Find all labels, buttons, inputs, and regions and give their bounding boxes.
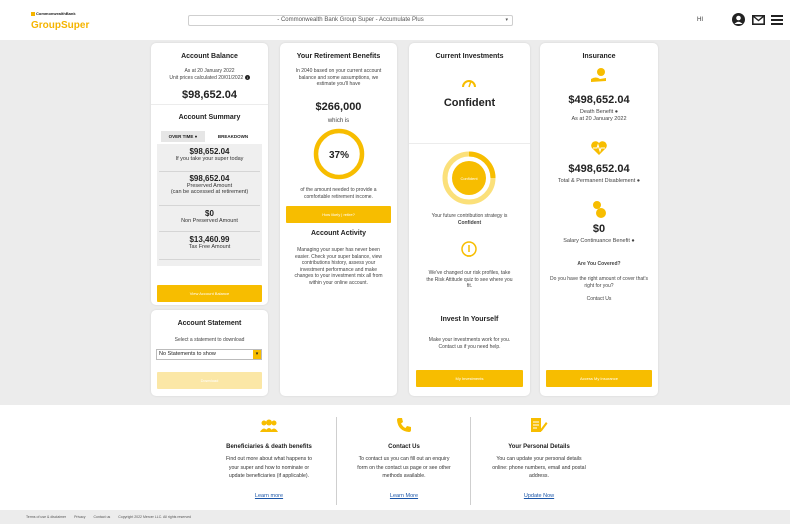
contact-link[interactable]: Contact us	[94, 515, 111, 519]
divider	[470, 417, 471, 505]
info-icon[interactable]: ●	[637, 178, 640, 184]
people-icon	[260, 419, 278, 432]
summary-row: $0 Non Preserved Amount	[159, 209, 260, 232]
retirement-percent: 37%	[329, 150, 349, 161]
death-label: Death Benefit ●	[579, 109, 619, 115]
insurance-card: Insurance $498,652.04 Death Benefit ● As…	[540, 43, 658, 396]
tab-breakdown[interactable]: BREAKDOWN	[209, 131, 257, 142]
user-icon[interactable]	[732, 13, 745, 26]
statement-select[interactable]: No Statements to show ▾	[156, 349, 262, 360]
tpd-amount: $498,652.04	[568, 163, 630, 175]
gauge-icon	[462, 80, 476, 88]
account-summary-title: Account Summary	[178, 114, 241, 121]
legal-bar: Terms of use & disclaimer Privacy Contac…	[0, 510, 790, 524]
retirement-likely-button[interactable]: How likely | retire?	[286, 206, 391, 223]
contact-section: Contact Us To contact us you can fill ou…	[339, 405, 469, 510]
update-now-link[interactable]: Update Now	[474, 493, 604, 499]
hand-heart-icon	[591, 68, 606, 82]
balance-amount: $98,652.04	[181, 89, 238, 101]
light-bulb-icon	[461, 241, 477, 257]
account-statement-card: Account Statement Select a statement to …	[151, 310, 268, 396]
divider	[336, 417, 337, 505]
summary-row: $98,652.04 If you take your super today	[159, 147, 260, 172]
account-statement-title: Account Statement	[177, 320, 242, 327]
strategy-label: Confident	[443, 97, 496, 109]
heart-pulse-icon	[591, 141, 607, 155]
menu-icon[interactable]	[771, 15, 783, 25]
learn-more-link[interactable]: Learn more	[204, 493, 334, 499]
salary-shield-icon	[593, 201, 606, 218]
logo-mark-icon	[31, 12, 35, 16]
current-investments-card: Current Investments Confident Confident …	[409, 43, 530, 396]
access-insurance-button[interactable]: Access My Insurance	[546, 370, 652, 387]
chevron-down-icon: ▾	[505, 17, 508, 23]
info-icon[interactable]: ●	[615, 109, 618, 115]
learn-more-link[interactable]: Learn More	[339, 493, 469, 499]
my-investments-button[interactable]: My Investments	[416, 370, 523, 387]
account-balance-title: Account Balance	[181, 53, 238, 60]
unit-prices-note: Unit prices calculated 20/01/2022 i	[151, 75, 268, 82]
investments-title: Current Investments	[435, 53, 504, 60]
retirement-benefits-card: Your Retirement Benefits In 2040 based o…	[280, 43, 397, 396]
info-icon[interactable]: i	[244, 75, 250, 80]
footer-panel: Beneficiaries & death benefits Find out …	[0, 405, 790, 510]
mail-icon[interactable]	[752, 15, 765, 25]
tab-over-time[interactable]: OVER TIME ●	[161, 131, 205, 142]
info-icon: ●	[194, 134, 198, 139]
account-select[interactable]: - Commonwealth Bank Group Super - Accumu…	[188, 15, 513, 26]
privacy-link[interactable]: Privacy	[74, 515, 85, 519]
divider	[151, 104, 268, 105]
download-statement-button[interactable]: Download	[157, 372, 262, 389]
logo[interactable]: CommonwealthBank GroupSuper	[31, 12, 89, 32]
personal-details-section: Your Personal Details You can update you…	[474, 405, 604, 510]
salary-amount: $0	[592, 223, 606, 235]
summary-row: $98,652.04 Preserved Amount (can be access…	[159, 174, 260, 206]
phone-icon	[397, 418, 411, 432]
account-balance-card: Account Balance As at 20 January 2022 Un…	[151, 43, 268, 305]
insurance-title: Insurance	[582, 53, 616, 60]
contact-us-link[interactable]: Contact Us	[540, 296, 658, 303]
copyright: Copyright 2022 Mercer LLC. All rights re…	[118, 515, 192, 519]
chevron-down-icon: ▾	[253, 350, 261, 359]
divider	[409, 143, 530, 144]
tpd-label: Total & Permanent Disablement ●	[557, 178, 641, 184]
investment-ring: Confident	[442, 151, 496, 205]
account-activity-title: Account Activity	[311, 230, 366, 237]
retirement-amount: $266,000	[315, 101, 362, 113]
terms-link[interactable]: Terms of use & disclaimer	[26, 515, 66, 519]
info-icon[interactable]: ●	[631, 238, 634, 244]
balance-as-at: As at 20 January 2022	[184, 68, 235, 74]
svg-text:Confident: Confident	[460, 176, 478, 181]
summary-row: $13,460.99 Tax Free Amount	[159, 235, 260, 260]
view-account-balance-button[interactable]: View Account Balance	[157, 285, 262, 302]
retirement-progress-ring: 37%	[313, 128, 365, 180]
document-edit-icon	[531, 418, 548, 432]
salary-label: Salary Continuance Benefit ●	[563, 238, 635, 244]
retirement-title: Your Retirement Benefits	[296, 53, 381, 60]
greeting: HI	[697, 17, 703, 23]
top-bar: CommonwealthBank GroupSuper - Commonweal…	[0, 0, 790, 40]
beneficiaries-section: Beneficiaries & death benefits Find out …	[204, 405, 334, 510]
death-amount: $498,652.04	[568, 94, 630, 106]
invest-yourself-title: Invest In Yourself	[440, 316, 499, 323]
statement-prompt: Select a statement to download	[174, 337, 245, 343]
